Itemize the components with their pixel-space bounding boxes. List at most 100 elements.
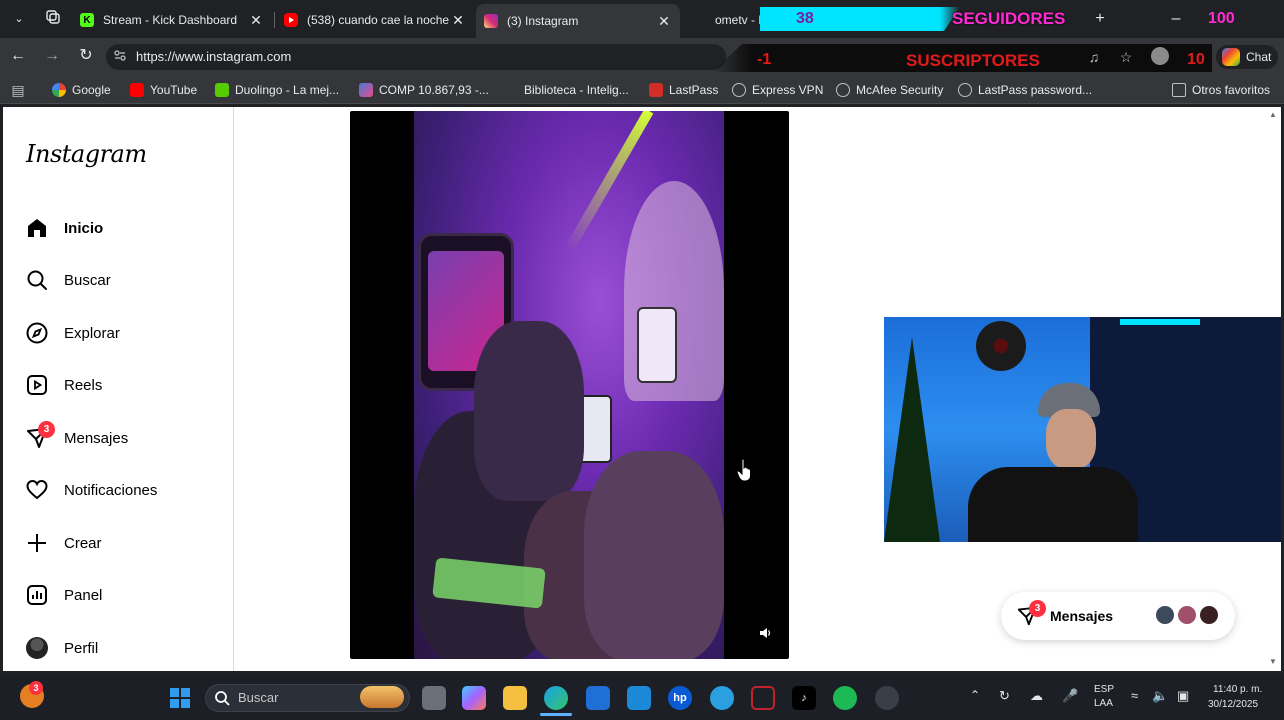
language-bottom[interactable]: LAA bbox=[1094, 698, 1113, 709]
profile-avatar-icon[interactable] bbox=[1150, 47, 1170, 67]
avatar-icon bbox=[24, 635, 50, 661]
youtube-icon bbox=[284, 13, 298, 27]
mcafee-icon[interactable] bbox=[751, 686, 775, 710]
globe-app-icon[interactable] bbox=[710, 686, 734, 710]
tab-kick[interactable]: K Stream - Kick Dashboard ✕ bbox=[72, 6, 272, 34]
bookmark-comp[interactable]: COMP 10.867,93 -... bbox=[359, 82, 489, 98]
nav-perfil[interactable]: Perfil bbox=[24, 633, 224, 663]
tab-groups-icon[interactable] bbox=[43, 9, 63, 29]
edge-icon[interactable] bbox=[544, 686, 568, 710]
forward-icon[interactable]: → bbox=[42, 46, 62, 66]
bookmark-label: Duolingo - La mej... bbox=[235, 83, 340, 97]
subs-label: SUSCRIPTORES bbox=[906, 51, 1040, 70]
followers-goal: 100 bbox=[1208, 10, 1235, 27]
globe-icon bbox=[836, 83, 850, 97]
cloud-icon[interactable]: ☁ bbox=[1030, 688, 1043, 704]
copilot-icon[interactable] bbox=[462, 686, 486, 710]
bookmark-lastpass-password[interactable]: LastPass password... bbox=[958, 82, 1092, 98]
bookmark-biblioteca[interactable]: Biblioteca - Intelig... bbox=[504, 82, 629, 98]
streamer bbox=[968, 383, 1138, 542]
tray-chevron-icon[interactable]: ⌃ bbox=[970, 688, 980, 702]
back-icon[interactable]: ← bbox=[8, 46, 28, 66]
tiktok-icon[interactable]: ♪ bbox=[792, 686, 816, 710]
sync-icon[interactable]: ↻ bbox=[999, 688, 1010, 704]
bookmark-google[interactable]: Google bbox=[52, 82, 111, 98]
microphone-icon[interactable]: 🎤 bbox=[1062, 688, 1078, 704]
wreath bbox=[976, 321, 1026, 371]
scroll-up-arrow-icon[interactable]: ▲ bbox=[1268, 110, 1278, 120]
avatar bbox=[1198, 604, 1220, 626]
heart-icon bbox=[24, 477, 50, 503]
mail-icon[interactable] bbox=[627, 686, 651, 710]
reel-video[interactable] bbox=[350, 111, 789, 659]
nav-buscar[interactable]: Buscar bbox=[24, 265, 224, 295]
lastpass-icon bbox=[649, 83, 663, 97]
bookmark-otros-favoritos[interactable]: Otros favoritos bbox=[1172, 82, 1270, 98]
tab-search-chevron-icon[interactable]: ⌄ bbox=[9, 9, 29, 29]
task-view-icon[interactable] bbox=[422, 686, 446, 710]
clock-date[interactable]: 30/12/2025 bbox=[1208, 699, 1258, 710]
nav-label: Notificaciones bbox=[64, 481, 158, 499]
bookmark-label: LastPass bbox=[669, 83, 719, 97]
bookmark-youtube[interactable]: YouTube bbox=[130, 82, 197, 98]
plus-icon bbox=[24, 530, 50, 556]
windows-start-icon[interactable] bbox=[168, 686, 192, 710]
bookmark-label: Express VPN bbox=[752, 83, 824, 97]
close-icon[interactable]: ✕ bbox=[450, 12, 466, 29]
tab-instagram[interactable]: (3) Instagram ✕ bbox=[476, 4, 680, 38]
bookmark-label: Google bbox=[72, 83, 111, 97]
media-icon[interactable]: ♫ bbox=[1084, 47, 1104, 67]
file-explorer-icon[interactable] bbox=[503, 686, 527, 710]
nav-label: Explorar bbox=[64, 324, 120, 342]
wifi-icon[interactable]: ≈ bbox=[1131, 688, 1138, 703]
url-text: https://www.instagram.com bbox=[136, 49, 292, 64]
bookmark-lastpass[interactable]: LastPass bbox=[649, 82, 718, 98]
followers-count: 38 bbox=[796, 10, 814, 27]
minimize-icon[interactable]: – bbox=[1166, 9, 1186, 29]
tab-strip-icon[interactable]: ▤ bbox=[8, 80, 28, 100]
folder-icon bbox=[1172, 83, 1186, 97]
speaker-icon[interactable]: 🔈 bbox=[1152, 688, 1168, 704]
nav-notificaciones[interactable]: Notificaciones bbox=[24, 475, 224, 505]
chat-button[interactable]: Chat bbox=[1216, 45, 1278, 69]
volume-icon[interactable] bbox=[755, 626, 775, 644]
reload-icon[interactable]: ↻ bbox=[76, 46, 96, 66]
search-highlight-icon bbox=[360, 686, 404, 708]
bookmark-label: Biblioteca - Intelig... bbox=[524, 83, 629, 97]
bookmark-mcafee[interactable]: McAfee Security bbox=[836, 82, 943, 98]
store-icon[interactable] bbox=[586, 686, 610, 710]
bookmark-expressvpn[interactable]: Express VPN bbox=[732, 82, 823, 98]
globe-icon bbox=[732, 83, 746, 97]
battery-icon[interactable]: ▣ bbox=[1177, 688, 1189, 704]
streamer-webcam bbox=[884, 317, 1281, 542]
messages-pill-label: Mensajes bbox=[1050, 608, 1114, 624]
language-top[interactable]: ESP bbox=[1094, 684, 1114, 695]
new-tab-icon[interactable]: + bbox=[1090, 9, 1110, 29]
messages-pill-badge: 3 bbox=[1029, 600, 1046, 617]
dashboard-icon bbox=[24, 582, 50, 608]
crowd-silhouette bbox=[584, 451, 724, 659]
bookmark-duolingo[interactable]: Duolingo - La mej... bbox=[215, 82, 339, 98]
scroll-down-arrow-icon[interactable]: ▼ bbox=[1268, 657, 1278, 667]
spotify-icon[interactable] bbox=[833, 686, 857, 710]
tab-title: (3) Instagram bbox=[507, 14, 579, 28]
hand-cursor-icon bbox=[736, 458, 754, 482]
biblioteca-icon bbox=[504, 83, 518, 97]
site-info-icon[interactable] bbox=[110, 47, 130, 67]
nav-inicio[interactable]: Inicio bbox=[24, 213, 224, 243]
close-icon[interactable]: ✕ bbox=[248, 12, 264, 29]
instagram-logo[interactable]: Instagram bbox=[26, 140, 147, 168]
nav-panel[interactable]: Panel bbox=[24, 580, 224, 610]
bookmark-star-icon[interactable]: ☆ bbox=[1116, 47, 1136, 67]
hp-icon[interactable]: hp bbox=[668, 686, 692, 710]
subs-goal: 10 bbox=[1187, 51, 1205, 68]
taskbar-search-placeholder: Buscar bbox=[238, 690, 279, 705]
kick-icon: K bbox=[80, 13, 94, 27]
tab-youtube[interactable]: (538) cuando cae la noche - Y ✕ bbox=[276, 6, 474, 34]
clock-time[interactable]: 11:40 p. m. bbox=[1213, 684, 1262, 695]
obs-icon[interactable] bbox=[875, 686, 899, 710]
close-icon[interactable]: ✕ bbox=[656, 13, 672, 30]
nav-explorar[interactable]: Explorar bbox=[24, 318, 224, 348]
nav-reels[interactable]: Reels bbox=[24, 370, 224, 400]
nav-crear[interactable]: Crear bbox=[24, 528, 224, 558]
